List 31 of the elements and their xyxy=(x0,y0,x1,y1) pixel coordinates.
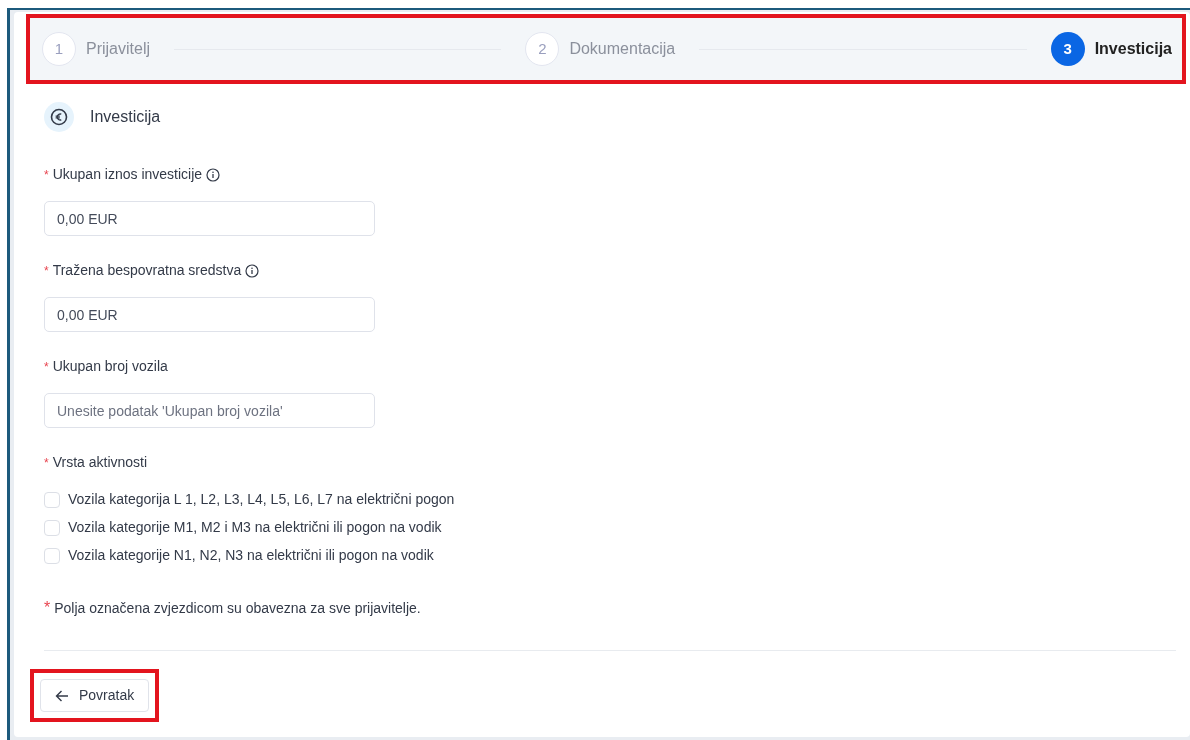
step-number[interactable]: 2 xyxy=(525,32,560,66)
text-field[interactable]: 0,00 EUR xyxy=(44,297,375,332)
euro-icon xyxy=(44,102,74,132)
text-field[interactable]: Unesite podatak 'Ukupan broj vozila' xyxy=(44,393,375,428)
step-number[interactable]: 1 xyxy=(42,32,76,66)
required-asterisk: * xyxy=(44,358,49,376)
checkbox-label: Vozila kategorija L 1, L2, L3, L4, L5, L6, L7 na električni pogon xyxy=(68,490,455,509)
arrow-left-icon xyxy=(55,689,69,702)
back-button[interactable]: Povratak xyxy=(40,679,150,712)
required-note: Polja označena zvjezdicom su obavezna za sve prijavitelje. xyxy=(54,598,421,618)
checkbox-label: Vozila kategorije N1, N2, N3 na električni ili pogon na vodik xyxy=(68,546,434,565)
checkbox[interactable] xyxy=(44,491,60,508)
checkbox-label: Vozila kategorije M1, M2 i M3 na električni ili pogon na vodik xyxy=(68,518,442,537)
field-label: Ukupan iznos investicije xyxy=(52,165,203,184)
required-asterisk: * xyxy=(44,598,51,618)
step-label[interactable]: Prijavitelj xyxy=(86,37,150,61)
info-icon[interactable] xyxy=(206,167,221,182)
checkbox[interactable] xyxy=(44,547,60,564)
text-field[interactable]: 0,00 EUR xyxy=(44,201,375,236)
step-label[interactable]: Dokumentacija xyxy=(569,37,676,61)
required-asterisk: * xyxy=(44,454,49,472)
checkbox[interactable] xyxy=(44,519,60,536)
field-label: Tražena bespovratna sredstva xyxy=(52,261,242,280)
section-title: Investicija xyxy=(90,107,161,127)
field-label: Ukupan broj vozila xyxy=(52,357,168,376)
info-icon[interactable] xyxy=(245,263,260,278)
step-label[interactable]: Investicija xyxy=(1094,37,1172,61)
required-asterisk: * xyxy=(44,262,49,280)
required-asterisk: * xyxy=(44,166,49,184)
field-label: Vrsta aktivnosti xyxy=(52,453,148,472)
step-number[interactable]: 3 xyxy=(1050,32,1085,66)
